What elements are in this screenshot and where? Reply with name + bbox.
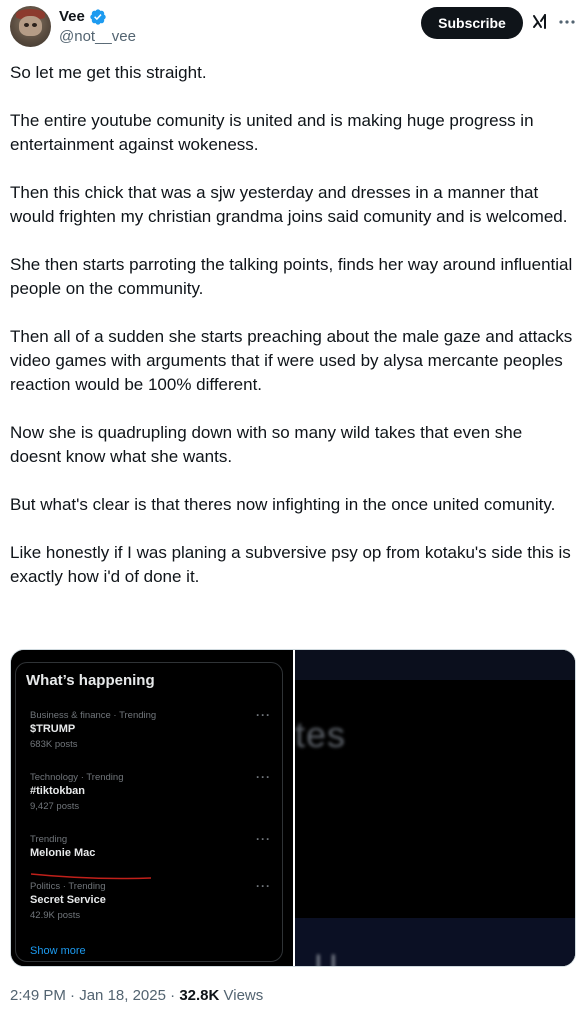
tweet-paragraph: Then all of a sudden she starts preachin… xyxy=(10,327,573,394)
avatar-face xyxy=(19,16,42,36)
tweet-date[interactable]: Jan 18, 2025 xyxy=(79,987,166,1004)
trend-name: Melonie Mac xyxy=(30,847,96,859)
author-display-name[interactable]: Vee xyxy=(59,8,85,26)
trend-more-icon: ··· xyxy=(256,770,271,784)
avatar[interactable] xyxy=(10,6,51,47)
trend-count: 9,427 posts xyxy=(30,801,80,812)
tweet-media[interactable]: What’s happening Business & finance · Tr… xyxy=(10,649,576,967)
trend-item: Technology · Trending #tiktokban 9,427 p… xyxy=(30,771,260,814)
trend-meta: Politics · Trending xyxy=(30,881,106,892)
tweet-header: Vee @not__vee Subscribe xyxy=(0,0,584,56)
trend-more-icon: ··· xyxy=(256,832,271,846)
media-image-right[interactable]: tes l l xyxy=(295,650,575,967)
tweet-paragraph: Then this chick that was a sjw yesterday… xyxy=(10,183,568,226)
tweet-paragraph: But what's clear is that theres now infi… xyxy=(10,495,556,514)
separator: · xyxy=(70,987,76,1004)
trend-count: 683K posts xyxy=(30,739,78,750)
avatar-eye xyxy=(32,23,37,27)
trend-item: Business & finance · Trending $TRUMP 683… xyxy=(30,709,260,752)
separator: · xyxy=(170,987,176,1004)
tweet-time[interactable]: 2:49 PM xyxy=(10,987,66,1004)
avatar-eye xyxy=(24,23,29,27)
tweet-footer: 2:49 PM · Jan 18, 2025 · 32.8K Views xyxy=(10,986,263,1006)
media-image-left[interactable]: What’s happening Business & finance · Tr… xyxy=(11,650,293,966)
whats-happening-title: What’s happening xyxy=(26,672,155,689)
subscribe-button[interactable]: Subscribe xyxy=(421,7,523,39)
author-name-row: Vee xyxy=(59,8,136,26)
author-info: Vee @not__vee xyxy=(59,8,136,46)
views-count: 32.8K xyxy=(179,987,220,1004)
author-handle[interactable]: @not__vee xyxy=(59,28,136,46)
trend-name: Secret Service xyxy=(30,894,106,906)
trend-item: Trending Melonie Mac xyxy=(30,833,260,861)
trend-meta: Business & finance · Trending xyxy=(30,710,157,721)
right-panel-blurred-bottom-text: l l xyxy=(315,950,337,967)
trend-name: #tiktokban xyxy=(30,785,86,797)
trend-meta: Trending xyxy=(30,834,68,845)
right-panel-bottom-bar xyxy=(295,918,575,966)
trend-more-icon: ··· xyxy=(256,708,271,722)
trend-name: $TRUMP xyxy=(30,723,76,735)
trend-count: 42.9K posts xyxy=(30,910,81,921)
grok-icon[interactable] xyxy=(530,12,550,32)
tweet-paragraph: Like honestly if I was planing a subvers… xyxy=(10,543,571,586)
tweet-paragraph: The entire youtube comunity is united an… xyxy=(10,111,534,154)
more-dots-icon[interactable] xyxy=(557,12,577,32)
tweet-text: So let me get this straight. The entire … xyxy=(10,61,576,613)
tweet-paragraph: Now she is quadrupling down with so many… xyxy=(10,423,523,466)
trend-meta: Technology · Trending xyxy=(30,772,124,783)
right-panel-top-bar xyxy=(295,650,575,680)
views-label: Views xyxy=(223,987,264,1004)
show-more-link: Show more xyxy=(30,945,86,957)
red-underline-mark xyxy=(31,873,151,880)
tweet-paragraph: She then starts parroting the talking po… xyxy=(10,255,573,298)
trend-more-icon: ··· xyxy=(256,879,271,893)
verified-badge-icon[interactable] xyxy=(89,8,107,26)
right-panel-blurred-text: tes xyxy=(295,714,347,755)
trend-item: Politics · Trending Secret Service 42.9K… xyxy=(30,880,260,923)
tweet-paragraph: So let me get this straight. xyxy=(10,63,207,82)
